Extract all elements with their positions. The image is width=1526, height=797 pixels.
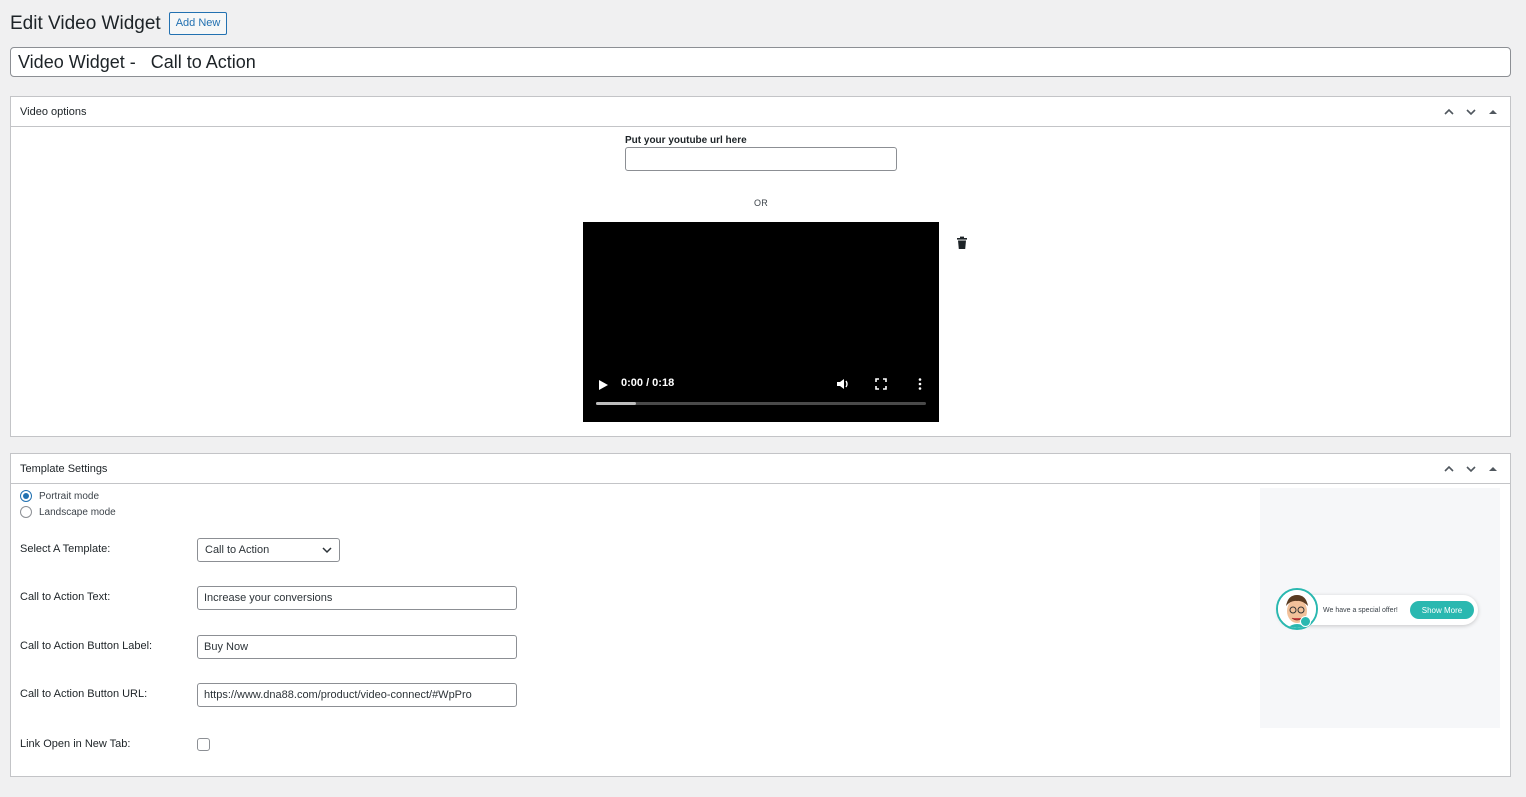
video-time: 0:00 / 0:18 (621, 377, 675, 389)
handle-actions (1441, 461, 1501, 477)
video-options-title: Video options (20, 105, 87, 118)
toggle-arrow-icon[interactable] (1485, 104, 1501, 120)
video-player[interactable]: 0:00 / 0:18 (583, 222, 939, 422)
cta-preview-button: Show More (1410, 601, 1474, 619)
add-new-button[interactable]: Add New (168, 12, 228, 35)
video-options-header: Video options (11, 97, 1510, 127)
or-separator: OR (754, 198, 769, 208)
video-progress-fill (596, 402, 636, 405)
play-badge-icon (1300, 616, 1311, 627)
template-select[interactable]: Call to Action (197, 538, 340, 562)
cta-preview-message: We have a special offer! (1323, 607, 1398, 614)
play-icon[interactable] (597, 378, 609, 390)
youtube-url-input[interactable] (625, 147, 897, 171)
template-preview: We have a special offer! Show More (1260, 488, 1500, 728)
cta-text-input[interactable] (197, 586, 517, 610)
cta-button-url-input[interactable] (197, 683, 517, 707)
chevron-up-icon[interactable] (1441, 104, 1457, 120)
landscape-mode-radio[interactable] (20, 506, 32, 518)
cta-button-label-label: Call to Action Button Label: (20, 640, 153, 652)
video-options-body: Put your youtube url here OR 0:00 / 0:18 (11, 127, 1510, 436)
video-progress-bar[interactable] (596, 402, 926, 405)
trash-icon[interactable] (955, 236, 969, 250)
page-heading: Edit Video Widget Add New (10, 12, 228, 35)
video-options-box: Video options Put your youtube url here … (10, 96, 1511, 437)
volume-icon[interactable] (836, 377, 850, 391)
cta-button-label-input[interactable] (197, 635, 517, 659)
cta-button-url-label: Call to Action Button URL: (20, 688, 148, 700)
chevron-down-icon[interactable] (1463, 461, 1479, 477)
select-template-label: Select A Template: (20, 543, 111, 555)
cta-text-label: Call to Action Text: (20, 591, 111, 603)
portrait-mode-label: Portrait mode (39, 490, 100, 502)
template-select-value: Call to Action (205, 544, 270, 556)
post-title-input[interactable] (10, 47, 1511, 77)
portrait-mode-radio[interactable] (20, 490, 32, 502)
toggle-arrow-icon[interactable] (1485, 461, 1501, 477)
more-icon[interactable] (913, 377, 927, 391)
youtube-url-label: Put your youtube url here (625, 135, 747, 146)
new-tab-label: Link Open in New Tab: (20, 738, 131, 750)
template-settings-header: Template Settings (11, 454, 1510, 484)
template-settings-box: Template Settings Portrait mode Landscap… (10, 453, 1511, 777)
template-settings-title: Template Settings (20, 462, 108, 475)
chevron-down-icon (322, 547, 332, 554)
landscape-mode-label: Landscape mode (39, 506, 116, 518)
template-settings-body: Portrait mode Landscape mode Select A Te… (11, 484, 1510, 776)
portrait-mode-option[interactable]: Portrait mode (20, 490, 99, 502)
landscape-mode-option[interactable]: Landscape mode (20, 506, 116, 518)
chevron-down-icon[interactable] (1463, 104, 1479, 120)
handle-actions (1441, 104, 1501, 120)
fullscreen-icon[interactable] (874, 377, 888, 391)
new-tab-checkbox[interactable] (197, 738, 210, 751)
chevron-up-icon[interactable] (1441, 461, 1457, 477)
avatar (1276, 588, 1318, 630)
page-title: Edit Video Widget (10, 12, 161, 34)
